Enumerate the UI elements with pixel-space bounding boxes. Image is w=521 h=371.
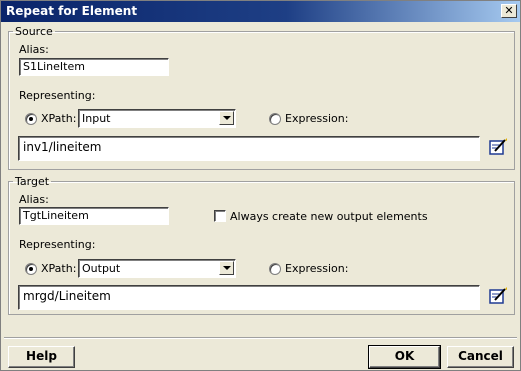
chevron-down-icon[interactable]: [219, 261, 234, 275]
window-title: Repeat for Element: [6, 4, 138, 18]
source-alias-input[interactable]: S1LineItem: [19, 58, 169, 76]
source-xpath-value: Input: [82, 112, 111, 125]
target-xpath-value: Output: [82, 262, 121, 275]
ok-button[interactable]: OK: [368, 345, 441, 369]
target-alias-input[interactable]: TgtLineitem: [19, 207, 169, 225]
source-expression-radio[interactable]: [269, 113, 281, 125]
target-path-input[interactable]: mrgd/Lineitem: [18, 285, 480, 310]
target-expression-radio[interactable]: [269, 263, 281, 275]
source-xpath-select[interactable]: Input: [78, 109, 236, 128]
target-representing-label: Representing:: [19, 238, 96, 251]
edit-pencil-icon[interactable]: [488, 137, 508, 157]
close-icon: ✕: [504, 4, 514, 17]
always-create-label: Always create new output elements: [230, 210, 428, 223]
separator-line: [4, 337, 517, 339]
cancel-button[interactable]: Cancel: [447, 346, 514, 368]
source-expression-label: Expression:: [285, 112, 349, 125]
help-button[interactable]: Help: [8, 346, 75, 368]
source-xpath-label: XPath:: [41, 112, 77, 125]
chevron-down-icon[interactable]: [219, 111, 234, 125]
source-legend: Source: [15, 25, 53, 38]
source-representing-label: Representing:: [19, 89, 96, 102]
target-expression-label: Expression:: [285, 262, 349, 275]
target-alias-label: Alias:: [19, 193, 49, 206]
close-button[interactable]: ✕: [501, 4, 517, 18]
source-xpath-radio[interactable]: [25, 113, 37, 125]
target-xpath-label: XPath:: [41, 262, 77, 275]
target-legend: Target: [15, 175, 50, 188]
source-path-input[interactable]: inv1/lineitem: [18, 136, 480, 161]
always-create-checkbox[interactable]: [214, 210, 226, 222]
dialog-window: Repeat for Element ✕ Source Alias: S1Lin…: [0, 0, 521, 371]
target-xpath-radio[interactable]: [25, 263, 37, 275]
target-xpath-select[interactable]: Output: [78, 259, 236, 278]
title-bar: Repeat for Element ✕: [1, 1, 520, 22]
source-alias-label: Alias:: [19, 43, 49, 56]
edit-pencil-icon[interactable]: [488, 286, 508, 306]
